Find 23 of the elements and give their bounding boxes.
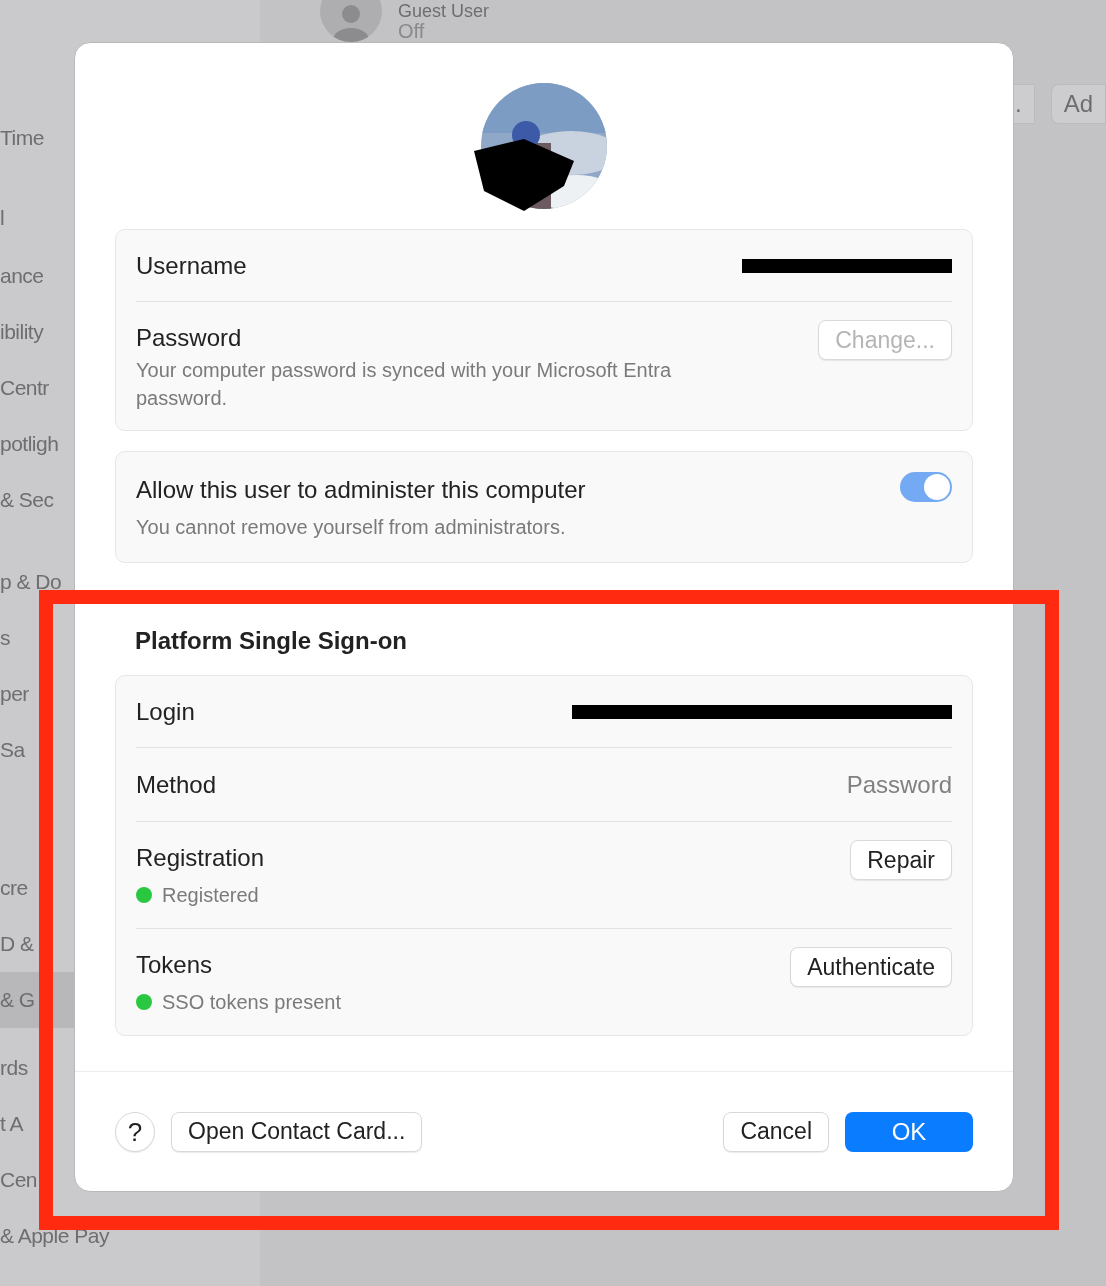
contact-card-button[interactable]: Open Contact Card...	[171, 1111, 423, 1152]
row-label: Login	[136, 696, 195, 727]
help-button[interactable]: ?	[115, 1111, 155, 1152]
ok-button[interactable]: OK	[845, 1111, 973, 1152]
row-label: Registration	[136, 843, 265, 873]
admin-toggle[interactable]	[900, 472, 952, 502]
toolbar-button[interactable]: Ad	[1050, 84, 1106, 124]
row-value: Password	[846, 769, 952, 800]
action-button[interactable]: Repair	[850, 840, 952, 880]
row-label: Tokens	[136, 950, 214, 980]
status-text: Registered	[162, 883, 259, 908]
row-label: Username	[136, 250, 247, 281]
section-title: Platform Single Sign-on	[134, 626, 408, 656]
row-label: Allow this user to administer this computer	[136, 475, 586, 505]
action-button[interactable]: Authenticate	[790, 947, 952, 987]
password-note: Your computer password is synced with your Microsoft Entra password.	[136, 358, 673, 411]
status-text: SSO tokens present	[162, 990, 341, 1015]
user-status: Off	[398, 21, 426, 41]
row-label: Password	[136, 323, 243, 353]
cancel-button[interactable]: Cancel	[723, 1111, 829, 1152]
row-label: Method	[136, 769, 217, 800]
user-name: Guest User	[398, 1, 490, 21]
admin-note: You cannot remove yourself from administrators.	[136, 515, 567, 540]
